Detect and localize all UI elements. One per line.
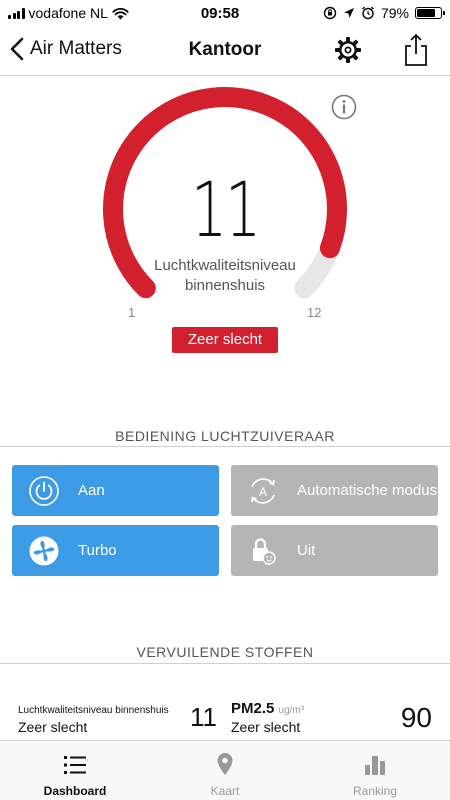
gauge-min-label: 1	[128, 305, 136, 320]
pm25-unit: ug/m³	[278, 705, 305, 716]
map-pin-icon	[217, 753, 233, 775]
navigation-bar: Air Matters Kantoor	[0, 26, 450, 76]
fan-icon	[29, 536, 59, 565]
tab-ranking[interactable]: Ranking	[300, 741, 450, 800]
turbo-label: Turbo	[78, 542, 117, 559]
auto-mode-label: Automatische modus	[297, 482, 438, 499]
pm25-name: PM2.5 ug/m³	[231, 700, 304, 717]
indoor-aqi-value: 11	[190, 702, 217, 732]
page-title: Kantoor	[188, 39, 262, 60]
turbo-button[interactable]: Turbo	[12, 525, 219, 576]
svg-text:A: A	[259, 485, 267, 499]
power-on-button[interactable]: Aan	[12, 465, 219, 516]
tab-map-label: Kaart	[210, 784, 240, 798]
pm25-status: Zeer slecht	[231, 719, 301, 735]
auto-mode-icon: A	[251, 477, 275, 504]
gauge-value: 11	[190, 165, 261, 254]
off-button[interactable]: Uit	[231, 525, 438, 576]
controls-divider	[0, 446, 450, 447]
gear-icon[interactable]	[333, 35, 363, 65]
tab-bar: Dashboard Kaart Ranking	[0, 740, 450, 800]
tab-map[interactable]: Kaart	[150, 741, 300, 800]
gauge-label-line1: Luchtkwaliteitsniveau	[154, 257, 296, 274]
gauge-label: Luchtkwaliteitsniveau binnenshuis	[0, 256, 450, 296]
power-on-label: Aan	[78, 482, 105, 499]
status-bar-right: 79%	[272, 5, 445, 21]
pm25-label: PM2.5	[231, 700, 275, 717]
controls-section-title: BEDIENING LUCHTZUIVERAAR	[115, 428, 335, 444]
gauge-max-label: 12	[307, 305, 322, 320]
tab-ranking-label: Ranking	[352, 784, 398, 798]
share-icon[interactable]	[401, 33, 431, 67]
location-icon	[343, 8, 354, 18]
indoor-aqi-status: Zeer slecht	[18, 719, 88, 735]
status-bar: vodafone NL 09:58 79%	[0, 0, 450, 26]
indoor-aqi-label: Luchtkwaliteitsniveau binnenshuis	[18, 705, 169, 716]
battery-percent: 79%	[380, 5, 409, 21]
battery-icon	[415, 7, 445, 19]
status-time: 09:58	[200, 4, 240, 22]
status-badge: Zeer slecht	[172, 327, 278, 353]
status-bar-left: vodafone NL	[8, 5, 178, 21]
tab-dashboard[interactable]: Dashboard	[0, 741, 150, 800]
pollutants-divider	[0, 663, 450, 664]
battery-fill	[417, 9, 436, 17]
pollutants-section-title: VERVUILENDE STOFFEN	[136, 644, 314, 660]
pm25-value: 90	[400, 702, 432, 733]
power-icon	[29, 475, 59, 506]
list-icon	[64, 756, 86, 774]
carrier-name: vodafone NL	[28, 5, 108, 21]
gauge-label-line2: binnenshuis	[184, 277, 266, 294]
rotation-lock-icon	[323, 6, 337, 20]
wifi-icon	[112, 7, 129, 19]
tab-dashboard-label: Dashboard	[43, 784, 107, 798]
signal-icon	[8, 7, 25, 19]
off-label: Uit	[297, 542, 316, 559]
alarm-icon	[362, 6, 374, 20]
auto-mode-button[interactable]: A Automatische modus	[231, 465, 438, 516]
bar-chart-icon	[365, 756, 385, 775]
child-lock-icon	[253, 537, 276, 565]
